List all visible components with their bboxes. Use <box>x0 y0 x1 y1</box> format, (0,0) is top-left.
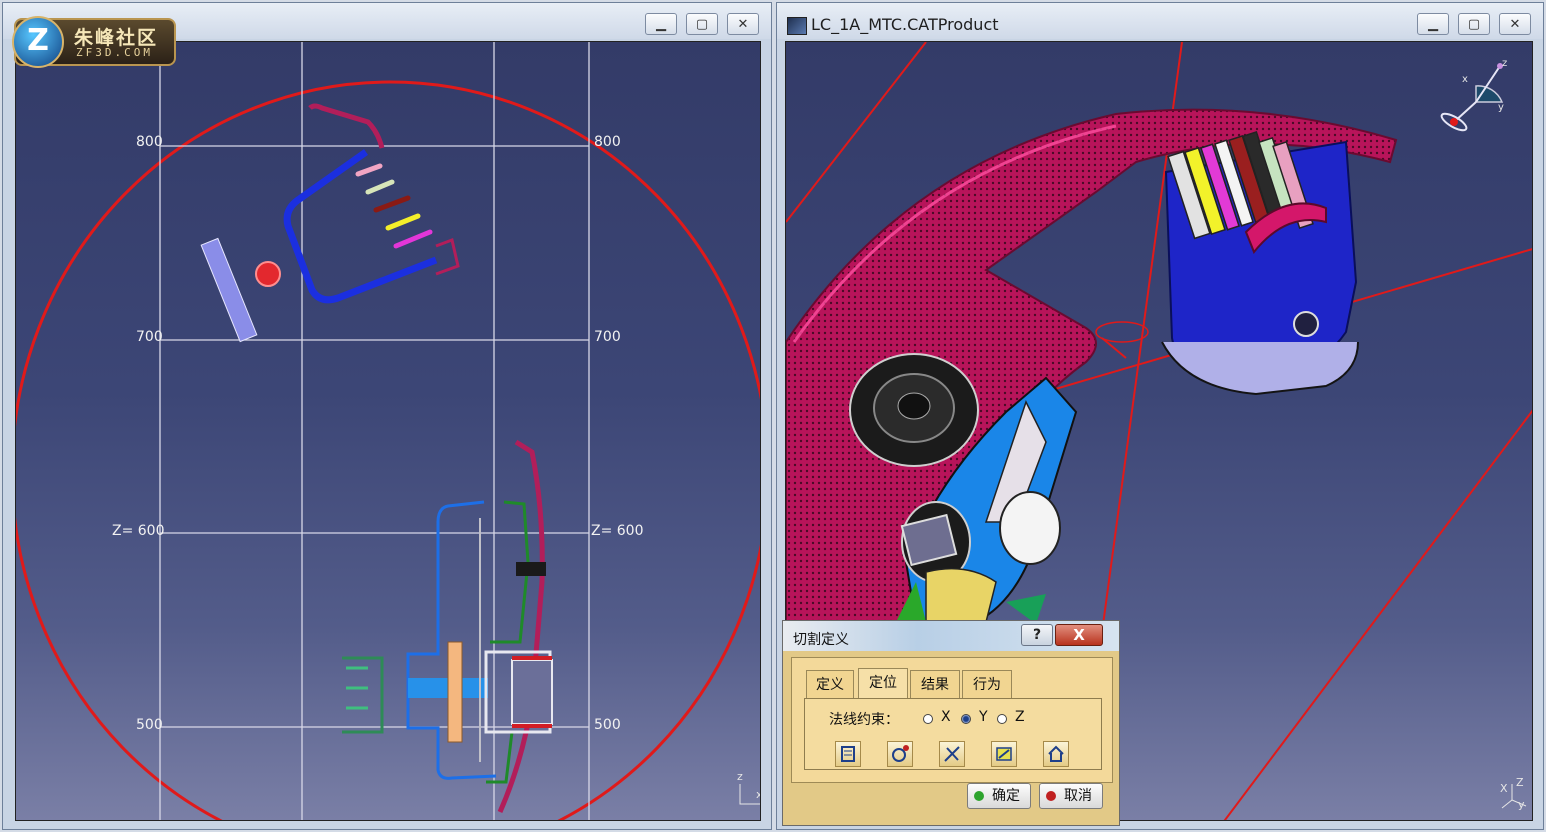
catproduct-icon <box>787 17 807 35</box>
tab-result[interactable]: 结果 <box>910 670 960 698</box>
reset-icon[interactable] <box>991 741 1017 767</box>
grid-label-500-right: 500 <box>594 717 621 733</box>
snap-point-icon[interactable] <box>887 741 913 767</box>
grid-label-600-right: Z= 600 <box>591 523 644 539</box>
edit-position-icon[interactable] <box>835 741 861 767</box>
grid-label-700-left: 700 <box>136 329 163 345</box>
ok-label: 确定 <box>992 788 1020 804</box>
left-axis-z-label: z <box>737 770 743 783</box>
right-window-title: LC_1A_MTC.CATProduct <box>811 15 999 34</box>
cut-definition-dialog: 切割定义 ? X 定义 定位 结果 行为 法线约束： X Y Z 确定 取消 <box>782 620 1120 826</box>
right-maximize-button[interactable]: ▢ <box>1458 13 1490 35</box>
section-view-window: ▁ ▢ ✕ 800 800 700 700 Z= 600 Z= 600 500 … <box>2 2 772 830</box>
section-viewport[interactable]: 800 800 700 700 Z= 600 Z= 600 500 500 z … <box>15 41 761 821</box>
left-close-button[interactable]: ✕ <box>727 13 759 35</box>
dialog-close-button[interactable]: X <box>1055 624 1103 646</box>
tab-definition[interactable]: 定义 <box>806 670 854 698</box>
left-plate <box>200 237 258 343</box>
radio-x-label: X <box>941 709 951 725</box>
left-maximize-button[interactable]: ▢ <box>686 13 718 35</box>
radio-y[interactable] <box>961 714 971 724</box>
radio-x[interactable] <box>923 714 933 724</box>
red-knob <box>255 261 281 287</box>
right-axis-z-label: Z <box>1516 776 1524 789</box>
logo-z-icon: Z <box>12 16 64 68</box>
grid-label-600-left: Z= 600 <box>112 523 165 539</box>
cancel-button[interactable]: 取消 <box>1039 783 1103 809</box>
dialog-title: 切割定义 <box>793 632 849 648</box>
grid-label-700-right: 700 <box>594 329 621 345</box>
right-axis-y-label: y <box>1518 798 1525 811</box>
cancel-label: 取消 <box>1064 788 1092 804</box>
right-minimize-button[interactable]: ▁ <box>1417 13 1449 35</box>
left-minimize-button[interactable]: ▁ <box>645 13 677 35</box>
ok-button[interactable]: 确定 <box>967 783 1031 809</box>
radio-z-label: Z <box>1015 709 1025 725</box>
zf3d-logo: Z 朱峰社区 ZF3D.COM <box>12 16 176 68</box>
section-drawing <box>16 42 760 820</box>
section-boundary-circle <box>16 80 760 820</box>
help-button[interactable]: ? <box>1021 624 1053 646</box>
home-icon[interactable] <box>1043 741 1069 767</box>
tab-positioning[interactable]: 定位 <box>858 668 908 698</box>
left-axis-x-label: x <box>756 788 760 801</box>
grid-label-800-left: 800 <box>136 134 163 150</box>
cancel-dot-icon <box>1046 791 1056 801</box>
normal-constraint-label: 法线约束： <box>829 712 899 728</box>
dialog-body: 定义 定位 结果 行为 法线约束： X Y Z <box>791 657 1113 783</box>
radio-z[interactable] <box>997 714 1007 724</box>
radio-y-label: Y <box>979 709 988 725</box>
right-axis-x-label: X <box>1500 782 1508 795</box>
dialog-titlebar[interactable]: 切割定义 ? X <box>783 621 1119 651</box>
right-close-button[interactable]: ✕ <box>1499 13 1531 35</box>
svg-text:y: y <box>1498 102 1504 113</box>
svg-text:x: x <box>1462 74 1468 85</box>
compass-icon[interactable]: z x y <box>1436 56 1516 136</box>
grid-label-500-left: 500 <box>136 717 163 733</box>
tab-behavior[interactable]: 行为 <box>962 670 1012 698</box>
ok-dot-icon <box>974 791 984 801</box>
reverse-normal-icon[interactable] <box>939 741 965 767</box>
svg-text:z: z <box>1502 58 1507 69</box>
positioning-panel: 法线约束： X Y Z <box>804 698 1102 770</box>
grid-label-800-right: 800 <box>594 134 621 150</box>
logo-en-text: ZF3D.COM <box>76 46 153 59</box>
